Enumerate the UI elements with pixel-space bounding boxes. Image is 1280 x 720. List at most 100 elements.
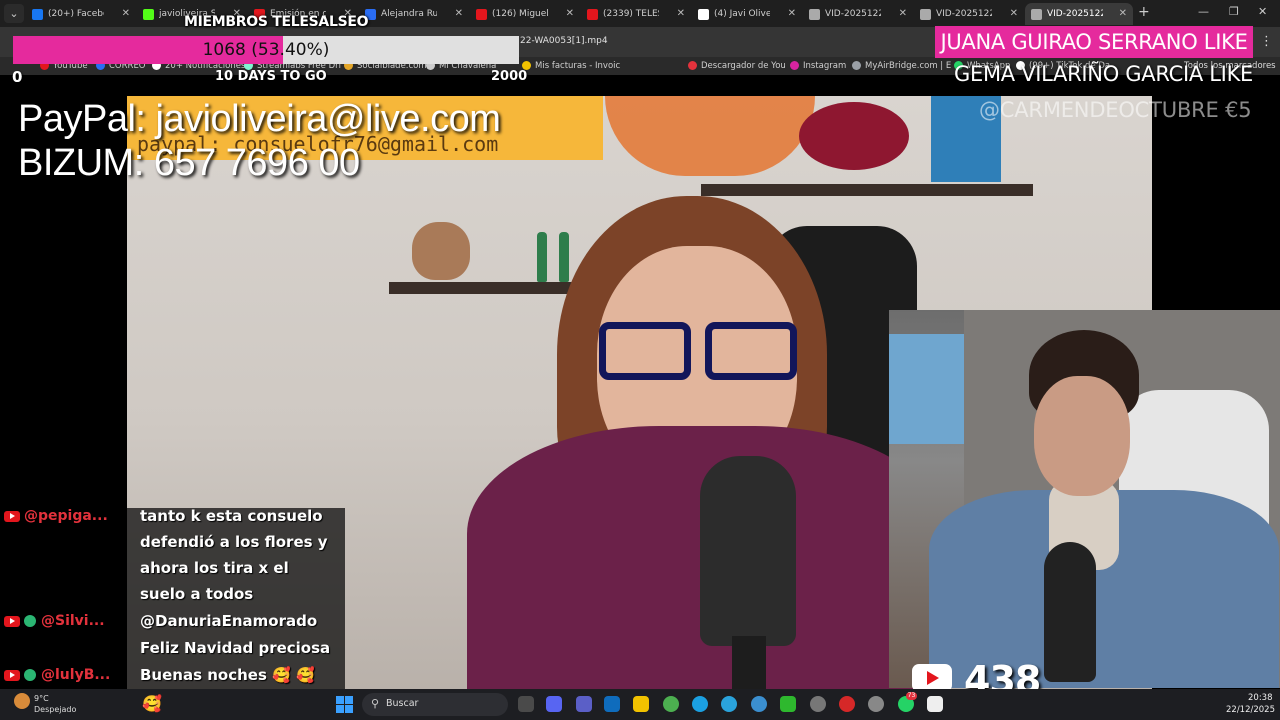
tab-close-icon[interactable]: ✕ [455,3,463,25]
globe-icon [1031,8,1042,20]
tab-video-active[interactable]: VID-2025122 ✕ [1025,3,1133,25]
tab-close-icon[interactable]: ✕ [1010,3,1018,25]
vase [412,222,470,280]
discord-icon[interactable] [546,696,562,712]
search-icon: ⚲ [371,697,380,710]
microphone [700,456,796,646]
chat-username: @pepiga... [4,508,108,524]
download-icon [688,61,697,70]
weather-temperature: 9°C [34,694,49,703]
chat-message-line: Buenas noches 🥰 🥰 [140,666,315,684]
member-badge-icon [24,615,36,627]
app-icon[interactable] [839,696,855,712]
bottle [537,232,547,282]
camtasia-icon[interactable] [780,696,796,712]
chat-message-line: @DanuriaEnamorado [140,612,318,630]
tab-miguel[interactable]: (126) Miguel Tem✕ [470,3,580,25]
chat-message-line: tanto k esta consuelo [140,507,323,525]
maximize-icon[interactable]: ❐ [1229,5,1239,18]
obs-icon[interactable] [868,696,884,712]
glasses-lens [599,322,691,380]
bottle [559,232,569,282]
snipping-tool-icon[interactable] [927,696,943,712]
glasses [595,322,805,380]
weather-icon[interactable] [14,693,30,709]
tab-close-icon[interactable]: ✕ [899,3,907,25]
bookmark-facturas[interactable]: Mis facturas - Invoic [522,61,620,71]
tab-close-icon[interactable]: ✕ [1119,3,1127,25]
notification-badge: 73 [906,692,917,700]
youtube-logo-icon [912,664,952,692]
chat-username: @lulyB... [4,667,110,683]
webcam-monitor [889,334,964,444]
file-explorer-icon[interactable] [633,696,649,712]
tab-facebook[interactable]: (20+) Facebook✕ [26,3,136,25]
tab-alejandra[interactable]: Alejandra Rubio✕ [359,3,469,25]
tab-video-2[interactable]: VID-20251222-W✕ [914,3,1024,25]
bookmark-instagram[interactable]: Instagram [790,61,846,71]
tab-video-1[interactable]: VID-20251222-W✕ [803,3,913,25]
windows-taskbar: 9°C Despejado 🥰 ⚲ Buscar 73 20:38 22/12/… [0,689,1280,720]
windows-start-icon[interactable] [336,696,353,713]
address-text[interactable]: 22-WA0053[1].mp4 [520,36,608,46]
facebook-icon [32,8,43,20]
youtube-icon [4,615,20,627]
cloud-icon [852,61,861,70]
globe-icon[interactable] [751,696,767,712]
new-tab-button[interactable]: + [1138,4,1150,20]
kick-icon [143,8,154,20]
member-badge-icon [24,669,36,681]
emoji-icon: 🥰 [142,694,162,713]
webcam-microphone [1044,542,1096,682]
chat-message-line: defendió a los flores y [140,533,328,551]
tab-close-icon[interactable]: ✕ [566,3,574,25]
teams-icon[interactable] [576,696,592,712]
tab-close-icon[interactable]: ✕ [788,3,796,25]
close-window-icon[interactable]: ✕ [1258,5,1267,18]
weather-description: Despejado [34,705,77,714]
paypal-info: PayPal: javioliveira@live.com [18,98,501,140]
webcam-feed [889,310,1280,688]
youtube-icon [587,8,598,20]
bizum-info: BIZUM: 657 7696 00 [18,142,360,184]
taskbar-search[interactable]: ⚲ Buscar [362,693,508,716]
tab-telesals[interactable]: (2339) TELESALS✕ [581,3,691,25]
edge-icon[interactable] [692,696,708,712]
task-view-icon[interactable] [518,696,534,712]
decorative-pillow [799,102,909,170]
members-progress-bar: 1068 (53.40%) [13,36,519,64]
bookmark-descargador[interactable]: Descargador de You [688,61,786,71]
minimize-icon[interactable]: — [1198,5,1209,18]
like-alert-primary: JUANA GUIRAO SERRANO LIKE [935,26,1253,58]
tab-search-icon[interactable]: ⌄ [4,4,24,23]
telegram-icon[interactable] [721,696,737,712]
search-placeholder: Buscar [386,698,419,709]
upper-shelf [701,184,1033,196]
browser-menu-icon[interactable]: ⋮ [1260,34,1273,49]
clock-time[interactable]: 20:38 [1248,693,1273,703]
streamer-face [1034,376,1130,496]
tip-alert: @CARMENDEOCTUBRE €5 [979,98,1252,122]
settings-icon[interactable] [810,696,826,712]
microphone-arm [732,636,766,689]
tab-close-icon[interactable]: ✕ [677,3,685,25]
outlook-icon[interactable] [604,696,620,712]
instagram-icon [790,61,799,70]
goal-max-label: 2000 [491,69,528,84]
tab-close-icon[interactable]: ✕ [122,3,130,25]
tab-x[interactable]: (4) Javi Oliveira✕ [692,3,802,25]
bookmark-myairbridge[interactable]: MyAirBridge.com | E [852,61,951,71]
youtube-icon [4,510,20,522]
chrome-icon[interactable] [663,696,679,712]
glasses-lens [705,322,797,380]
globe-icon [920,8,931,20]
chat-username: @Silvi... [4,613,105,629]
members-progress-text: 1068 (53.40%) [202,40,330,60]
decorative-fan [605,96,815,176]
clock-date[interactable]: 22/12/2025 [1226,705,1275,715]
days-left-label: 10 DAYS TO GO [215,69,327,84]
globe-icon [809,8,820,20]
x-icon [698,8,709,20]
chat-message-line: ahora los tira x el [140,559,289,577]
youtube-icon [476,8,487,20]
